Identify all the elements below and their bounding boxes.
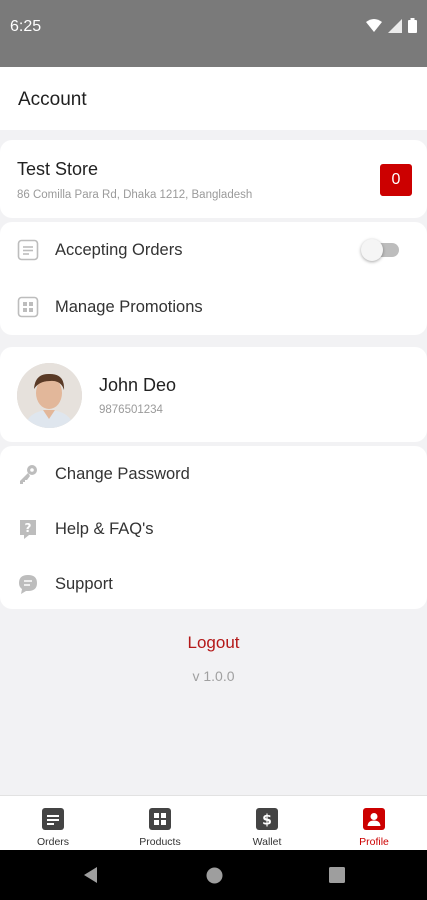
list-icon <box>17 239 39 261</box>
page-title: Account <box>18 89 87 110</box>
wifi-icon <box>366 18 382 38</box>
nav-label: Wallet <box>252 836 282 848</box>
menu-item-accepting-orders[interactable]: Accepting Orders <box>0 222 427 278</box>
status-time: 6:25 <box>10 18 42 35</box>
app-header: Account <box>0 67 427 130</box>
nav-item-wallet[interactable]: $ Wallet <box>214 796 320 851</box>
store-name: Test Store <box>17 159 99 179</box>
store-card[interactable]: Test Store 86 Comilla Para Rd, Dhaka 121… <box>0 140 427 218</box>
products-icon <box>149 808 171 830</box>
store-address: 86 Comilla Para Rd, Dhaka 1212, Banglade… <box>17 189 253 201</box>
profile-icon <box>363 808 385 830</box>
chat-icon <box>17 573 39 595</box>
nav-label: Orders <box>36 836 70 848</box>
accepting-orders-toggle[interactable] <box>361 239 399 261</box>
help-icon: ? <box>17 518 39 540</box>
home-icon[interactable] <box>204 850 224 900</box>
status-icons <box>366 18 417 38</box>
menu-item-label: Change Password <box>55 464 190 483</box>
nav-label: Products <box>139 836 181 848</box>
avatar <box>17 363 82 428</box>
bottom-nav: Orders Products $ Wallet Profile <box>0 795 427 850</box>
profile-card[interactable]: John Deo 9876501234 <box>0 347 427 442</box>
account-menu-card: Change Password ? Help & FAQ's Support <box>0 446 427 609</box>
menu-item-label: Help & FAQ's <box>55 519 154 538</box>
signal-icon <box>388 18 402 38</box>
orders-icon <box>42 808 64 830</box>
nav-label: Profile <box>359 836 389 848</box>
svg-text:?: ? <box>25 521 32 535</box>
nav-item-products[interactable]: Products <box>107 796 213 851</box>
store-count-badge[interactable]: 0 <box>380 164 412 196</box>
battery-icon <box>408 18 417 38</box>
grid-icon <box>17 296 39 318</box>
menu-item-label: Accepting Orders <box>55 240 183 259</box>
store-menu-card: Accepting Orders Manage Promotions <box>0 222 427 335</box>
menu-item-manage-promotions[interactable]: Manage Promotions <box>0 279 427 335</box>
menu-item-help-faq[interactable]: ? Help & FAQ's <box>0 501 427 557</box>
menu-item-support[interactable]: Support <box>0 556 427 612</box>
logout-button[interactable]: Logout <box>0 633 427 653</box>
toggle-knob <box>361 239 383 261</box>
status-bar: 6:25 <box>0 0 427 67</box>
android-nav-bar <box>0 850 427 900</box>
nav-item-orders[interactable]: Orders <box>0 796 106 851</box>
key-icon <box>17 463 39 485</box>
svg-text:$: $ <box>262 813 272 829</box>
app-version: v 1.0.0 <box>192 668 235 684</box>
nav-item-profile[interactable]: Profile <box>321 796 427 851</box>
recents-icon[interactable] <box>327 850 347 900</box>
menu-item-change-password[interactable]: Change Password <box>0 446 427 502</box>
back-icon[interactable] <box>78 850 102 900</box>
profile-phone: 9876501234 <box>99 404 163 416</box>
wallet-icon: $ <box>256 808 278 830</box>
menu-item-label: Manage Promotions <box>55 297 203 316</box>
profile-name: John Deo <box>99 375 177 395</box>
menu-item-label: Support <box>55 574 113 593</box>
